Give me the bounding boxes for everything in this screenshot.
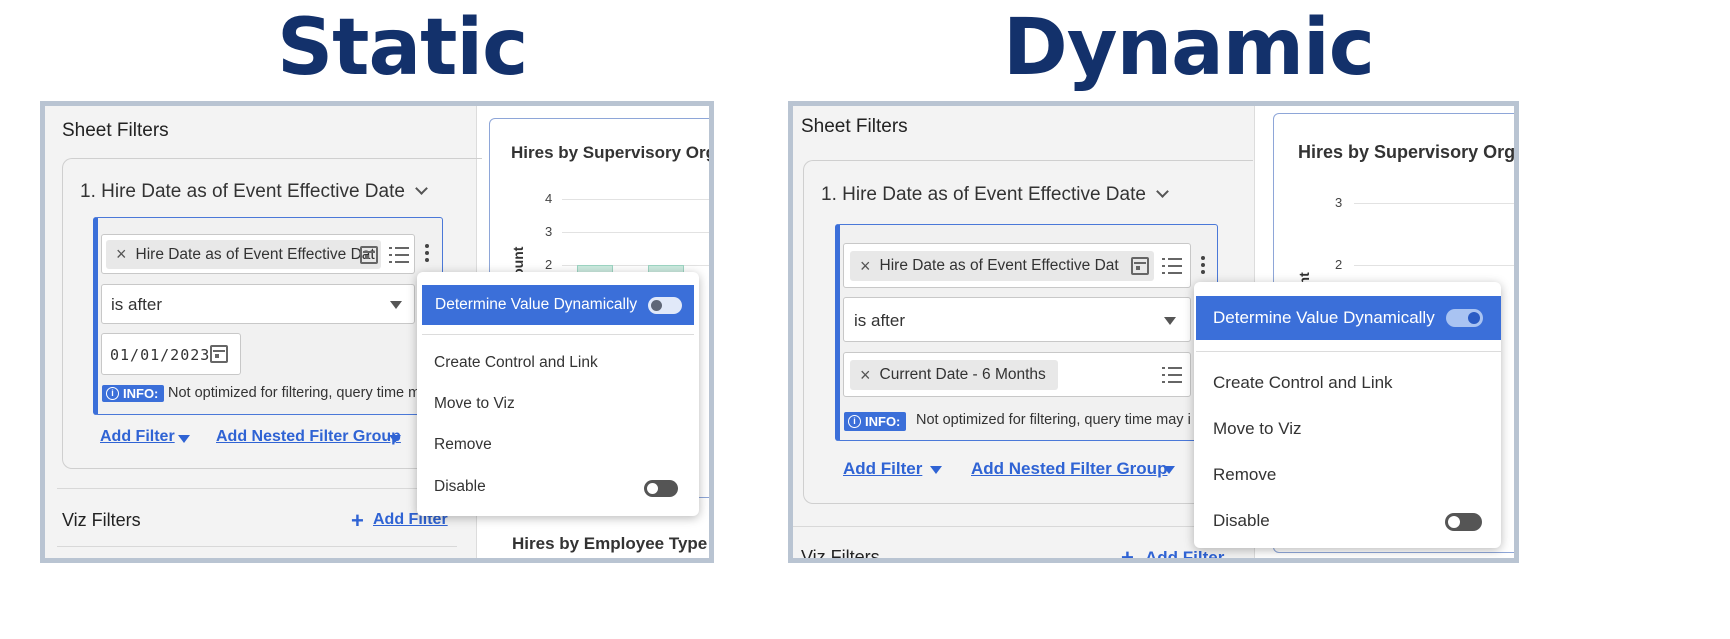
filter-card: × Hire Date as of Event Effective Dat is… [93, 217, 443, 415]
filter-name[interactable]: 1. Hire Date as of Event Effective Date [821, 184, 1169, 206]
chevron-down-icon[interactable] [1163, 466, 1175, 474]
y-tick: 2 [545, 257, 553, 272]
filter-options-menu: Determine Value Dynamically Create Contr… [417, 272, 699, 516]
chevron-down-icon[interactable] [389, 435, 401, 443]
y-tick: 3 [545, 224, 553, 239]
dynamic-heading: Dynamic [1003, 3, 1375, 93]
value-chip[interactable]: × Current Date - 6 Months [850, 360, 1058, 390]
list-icon[interactable] [389, 247, 409, 263]
info-badge: i INFO: [102, 385, 165, 402]
filter-card: × Hire Date as of Event Effective Dat is… [835, 224, 1218, 441]
info-icon: i [106, 387, 119, 400]
viz-filters-title: Viz Filters [801, 547, 880, 563]
menu-item-determine-dynamically[interactable]: Determine Value Dynamically [1196, 296, 1501, 340]
info-icon: i [848, 415, 861, 428]
info-badge: i INFO: [844, 412, 907, 431]
viz-filters-title: Viz Filters [62, 510, 141, 530]
more-options-icon[interactable] [1201, 256, 1205, 276]
menu-item-remove[interactable]: Remove [1213, 465, 1276, 485]
chevron-down-icon[interactable] [930, 466, 942, 474]
disable-toggle[interactable] [1445, 513, 1482, 531]
field-chip[interactable]: × Hire Date as of Event Effective Dat [106, 240, 381, 269]
field-selector[interactable]: × Hire Date as of Event Effective Dat [101, 234, 415, 274]
menu-item-remove[interactable]: Remove [434, 436, 492, 454]
close-icon[interactable]: × [860, 256, 871, 277]
operator-select[interactable]: is after [843, 297, 1191, 342]
sheet-filters-title: Sheet Filters [801, 116, 908, 137]
add-nested-filter-group-link[interactable]: Add Nested Filter Group [971, 459, 1167, 479]
close-icon[interactable]: × [116, 244, 127, 265]
calendar-icon [360, 246, 378, 264]
add-filter-link[interactable]: Add Filter [100, 428, 175, 446]
dropdown-caret-icon [1164, 317, 1176, 325]
static-panel: Sheet Filters 1. Hire Date as of Event E… [40, 101, 714, 563]
static-heading: Static [277, 3, 528, 93]
filter-name[interactable]: 1. Hire Date as of Event Effective Date [80, 181, 428, 203]
y-tick: 4 [545, 191, 553, 206]
add-filter-link[interactable]: Add Filter [843, 459, 922, 479]
menu-item-disable[interactable]: Disable [434, 478, 486, 496]
disable-toggle[interactable] [644, 480, 678, 497]
determine-toggle[interactable] [648, 297, 682, 314]
filter-options-menu: Determine Value Dynamically Create Contr… [1194, 282, 1501, 548]
add-nested-filter-group-link[interactable]: Add Nested Filter Group [216, 428, 401, 446]
menu-item-determine-dynamically[interactable]: Determine Value Dynamically [422, 285, 694, 325]
field-chip[interactable]: × Hire Date as of Event Effective Dat [850, 251, 1154, 281]
menu-item-create-control[interactable]: Create Control and Link [1213, 373, 1393, 393]
plus-icon[interactable]: + [351, 510, 364, 532]
menu-item-move-to-viz[interactable]: Move to Viz [1213, 419, 1302, 439]
list-icon[interactable] [1162, 258, 1182, 274]
operator-select[interactable]: is after [101, 284, 415, 324]
plus-icon[interactable]: + [1121, 547, 1134, 559]
dropdown-caret-icon [390, 301, 402, 309]
sheet-filters-title: Sheet Filters [62, 120, 169, 141]
chart-title: Hires by Supervisory Orga [1298, 142, 1519, 162]
close-icon[interactable]: × [860, 365, 871, 386]
chevron-down-icon[interactable] [178, 435, 190, 443]
date-input[interactable]: 01/01/2023 [101, 333, 241, 375]
menu-item-create-control[interactable]: Create Control and Link [434, 354, 598, 372]
field-selector[interactable]: × Hire Date as of Event Effective Dat [843, 243, 1191, 288]
determine-toggle[interactable] [1446, 309, 1483, 327]
dynamic-panel: Sheet Filters 1. Hire Date as of Event E… [788, 101, 1519, 563]
chart-title: Hires by Supervisory Orga [511, 143, 714, 162]
list-icon[interactable] [1162, 367, 1182, 383]
chevron-down-icon[interactable] [1156, 185, 1169, 198]
viz-add-filter-link[interactable]: Add Filter [1145, 548, 1224, 558]
chart2-title: Hires by Employee Type [512, 534, 708, 553]
chevron-down-icon[interactable] [415, 182, 428, 195]
more-options-icon[interactable] [425, 244, 429, 264]
value-selector[interactable]: × Current Date - 6 Months [843, 352, 1191, 397]
y-tick: 3 [1335, 195, 1343, 210]
menu-item-move-to-viz[interactable]: Move to Viz [434, 395, 515, 413]
calendar-icon[interactable] [210, 345, 228, 363]
calendar-icon [1131, 257, 1149, 275]
y-tick: 2 [1335, 257, 1343, 272]
menu-item-disable[interactable]: Disable [1213, 511, 1270, 531]
